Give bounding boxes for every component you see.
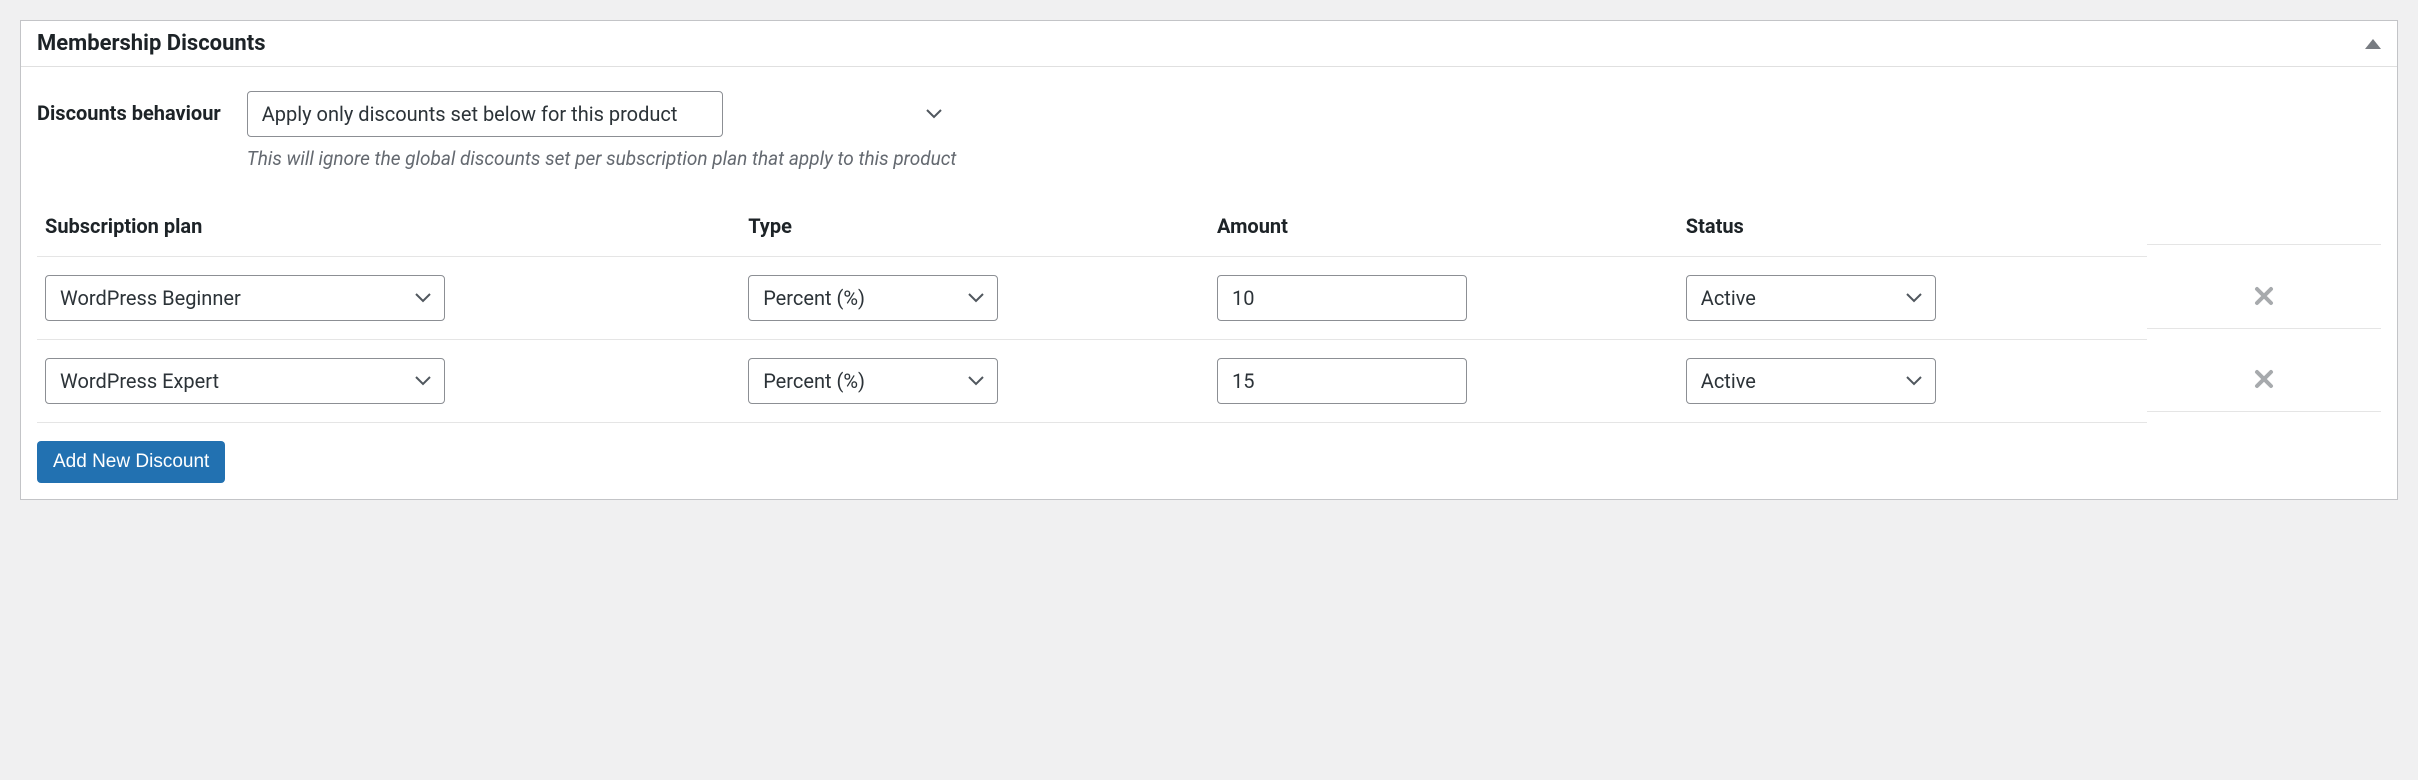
table-row	[1209, 340, 1678, 423]
panel-title: Membership Discounts	[37, 31, 266, 56]
remove-row-icon[interactable]	[2254, 369, 2274, 389]
th-status: Status	[1678, 214, 2147, 257]
th-amount: Amount	[1209, 214, 1678, 257]
panel-body: Discounts behaviour Apply only discounts…	[21, 67, 2397, 499]
membership-discounts-panel: Membership Discounts Discounts behaviour…	[20, 20, 2398, 500]
type-select[interactable]: Percent (%)	[748, 275, 998, 321]
th-actions	[2147, 226, 2381, 245]
discounts-behaviour-select-wrap: Apply only discounts set below for this …	[247, 91, 957, 137]
table-row: Active	[1678, 340, 2147, 423]
status-select[interactable]: Active	[1686, 358, 1936, 404]
status-select[interactable]: Active	[1686, 275, 1936, 321]
collapse-up-icon[interactable]	[2365, 39, 2381, 49]
table-row: Active	[1678, 257, 2147, 340]
amount-input[interactable]	[1217, 358, 1467, 404]
table-row: WordPress Expert	[37, 340, 740, 423]
discounts-behaviour-label: Discounts behaviour	[37, 91, 221, 125]
type-select[interactable]: Percent (%)	[748, 358, 998, 404]
discounts-behaviour-help: This will ignore the global discounts se…	[247, 147, 957, 170]
table-row	[1209, 257, 1678, 340]
discounts-table: Subscription plan Type Amount Status Wor…	[37, 214, 2381, 423]
plan-select[interactable]: WordPress Expert	[45, 358, 445, 404]
panel-header[interactable]: Membership Discounts	[21, 21, 2397, 67]
table-row	[2147, 351, 2381, 412]
th-type: Type	[740, 214, 1209, 257]
table-row: WordPress Beginner	[37, 257, 740, 340]
table-row: Percent (%)	[740, 340, 1209, 423]
amount-input[interactable]	[1217, 275, 1467, 321]
chevron-down-icon	[926, 109, 942, 119]
remove-row-icon[interactable]	[2254, 286, 2274, 306]
plan-select[interactable]: WordPress Beginner	[45, 275, 445, 321]
discounts-behaviour-row: Discounts behaviour Apply only discounts…	[37, 91, 2381, 170]
discounts-behaviour-select[interactable]: Apply only discounts set below for this …	[247, 91, 723, 137]
table-row: Percent (%)	[740, 257, 1209, 340]
table-row	[2147, 268, 2381, 329]
th-plan: Subscription plan	[37, 214, 740, 257]
add-new-discount-button[interactable]: Add New Discount	[37, 441, 225, 483]
